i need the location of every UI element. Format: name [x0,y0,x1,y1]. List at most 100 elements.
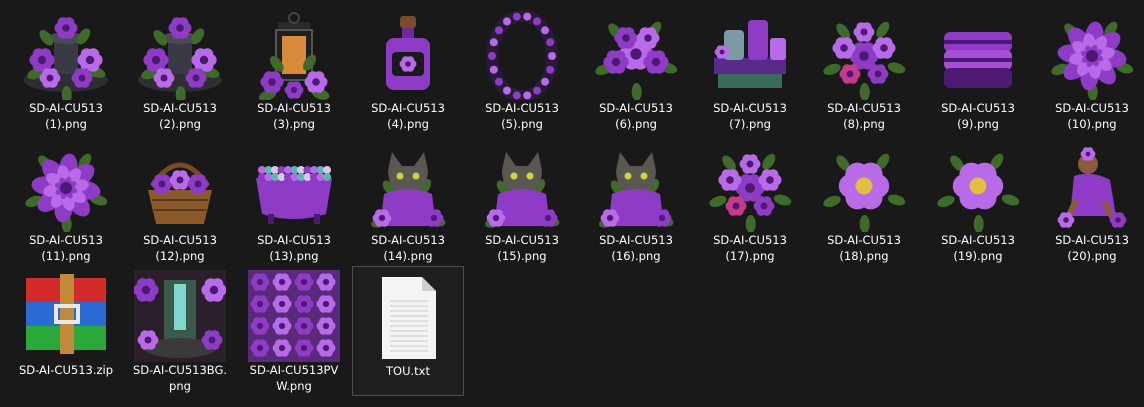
file-name-line1: SD-AI-CU513 [941,233,1015,247]
file-name-line2: (12).png [155,249,205,263]
fountain-thumbnail [20,8,112,100]
file-name-line2: (19).png [953,249,1003,263]
file-item[interactable]: SD-AI-CU513 (6).png [580,4,692,134]
file-name-label: SD-AI-CU513 (9).png [922,100,1034,132]
file-item[interactable]: SD-AI-CU513 (13).png [238,136,350,266]
file-item[interactable]: SD-AI-CU513 (14).png [352,136,464,266]
succulent-thumbnail [1046,8,1138,100]
file-item[interactable]: SD-AI-CU513 (4).png [352,4,464,134]
file-name-line1: SD-AI-CU513 [29,101,103,115]
file-name-label: SD-AI-CU513 (15).png [466,232,578,264]
file-name-label: SD-AI-CU513.zip [10,362,122,378]
file-name-label: SD-AI-CU513 (7).png [694,100,806,132]
cat-thumbnail [476,140,568,232]
file-name-line2: (11).png [41,249,91,263]
file-name-line1: SD-AI-CU513 [713,101,787,115]
file-item[interactable]: SD-AI-CU513 (7).png [694,4,806,134]
file-item[interactable]: SD-AI-CU513 (20).png [1036,136,1144,266]
file-item[interactable]: SD-AI-CU513 (1).png [10,4,122,134]
file-item[interactable]: SD-AI-CU513BG. png [124,266,236,396]
file-item[interactable]: SD-AI-CU513 (11).png [10,136,122,266]
file-name-label: SD-AI-CU513BG. png [124,362,236,394]
file-item[interactable]: SD-AI-CU513 (5).png [466,4,578,134]
file-name-line1: SD-AI-CU513 [485,233,559,247]
bouquet-thumbnail [818,8,910,100]
basket-thumbnail [134,140,226,232]
file-name-line1: SD-AI-CU513 [599,101,673,115]
file-item[interactable]: SD-AI-CU513 (19).png [922,136,1034,266]
file-name-line2: (7).png [729,117,771,131]
file-name-line2: (10).png [1067,117,1117,131]
background-thumbnail [134,270,226,362]
file-name-line1: SD-AI-CU513.zip [18,363,114,377]
file-name-line1: SD-AI-CU513 [941,101,1015,115]
file-name-label: SD-AI-CU513 (5).png [466,100,578,132]
file-name-line2: (8).png [843,117,885,131]
file-item[interactable]: SD-AI-CU513.zip [10,266,122,396]
file-name-line1: SD-AI-CU513 [143,101,217,115]
file-name-label: TOU.txt [353,363,463,379]
file-name-label: SD-AI-CU513 (2).png [124,100,236,132]
file-item[interactable]: SD-AI-CU513 (2).png [124,4,236,134]
file-name-label: SD-AI-CU513 (19).png [922,232,1034,264]
file-name-line2: (15).png [497,249,547,263]
file-name-line1: SD-AI-CU513 [143,233,217,247]
file-name-line2: (16).png [611,249,661,263]
file-name-label: SD-AI-CU513PV W.png [238,362,350,394]
woman-thumbnail [1046,140,1138,232]
winrar-archive-icon [20,270,112,362]
file-name-line2: W.png [276,379,312,393]
file-item[interactable]: SD-AI-CU513 (10).png [1036,4,1144,134]
file-name-label: SD-AI-CU513 (16).png [580,232,692,264]
cat-thumbnail [590,140,682,232]
file-name-label: SD-AI-CU513 (10).png [1036,100,1144,132]
file-name-line1: SD-AI-CU513 [29,233,103,247]
file-item[interactable]: SD-AI-CU513PV W.png [238,266,350,396]
flower-cluster-thumbnail [590,8,682,100]
text-document-icon [362,271,454,363]
file-name-line1: SD-AI-CU513 [257,233,331,247]
towels-thumbnail [932,8,1024,100]
fountain-thumbnail [134,8,226,100]
file-name-label: SD-AI-CU513 (14).png [352,232,464,264]
file-name-label: SD-AI-CU513 (8).png [808,100,920,132]
file-grid: SD-AI-CU513 (1).png SD-AI-CU513 (2).png SD… [0,0,1144,407]
bathtub-thumbnail [248,140,340,232]
file-name-line2: (5).png [501,117,543,131]
file-name-line2: (2).png [159,117,201,131]
file-name-line2: png [169,379,191,393]
bottle-thumbnail [362,8,454,100]
file-name-label: SD-AI-CU513 (20).png [1036,232,1144,264]
file-name-line1: SD-AI-CU513PV [249,363,339,377]
file-name-label: SD-AI-CU513 (3).png [238,100,350,132]
file-item[interactable]: SD-AI-CU513 (15).png [466,136,578,266]
file-name-line1: SD-AI-CU513 [713,233,787,247]
file-name-line1: SD-AI-CU513 [827,233,901,247]
cat-thumbnail [362,140,454,232]
file-name-line1: SD-AI-CU513 [257,101,331,115]
file-item[interactable]: SD-AI-CU513 (17).png [694,136,806,266]
file-name-line2: (17).png [725,249,775,263]
file-name-label: SD-AI-CU513 (4).png [352,100,464,132]
file-name-line2: (6).png [615,117,657,131]
lantern-thumbnail [248,8,340,100]
file-name-label: SD-AI-CU513 (11).png [10,232,122,264]
file-item[interactable]: SD-AI-CU513 (18).png [808,136,920,266]
file-name-label: SD-AI-CU513 (18).png [808,232,920,264]
file-name-line1: SD-AI-CU513 [371,101,445,115]
file-item[interactable]: SD-AI-CU513 (8).png [808,4,920,134]
file-name-line2: (3).png [273,117,315,131]
file-item[interactable]: TOU.txt [352,266,464,396]
file-name-line1: SD-AI-CU513 [1055,101,1129,115]
file-name-label: SD-AI-CU513 (12).png [124,232,236,264]
file-name-line2: (13).png [269,249,319,263]
file-name-line1: SD-AI-CU513 [599,233,673,247]
flower-thumbnail [932,140,1024,232]
file-item[interactable]: SD-AI-CU513 (3).png [238,4,350,134]
spa-jars-thumbnail [704,8,796,100]
file-item[interactable]: SD-AI-CU513 (12).png [124,136,236,266]
file-item[interactable]: SD-AI-CU513 (9).png [922,4,1034,134]
succulent-thumbnail [20,140,112,232]
file-name-line1: SD-AI-CU513 [371,233,445,247]
file-item[interactable]: SD-AI-CU513 (16).png [580,136,692,266]
